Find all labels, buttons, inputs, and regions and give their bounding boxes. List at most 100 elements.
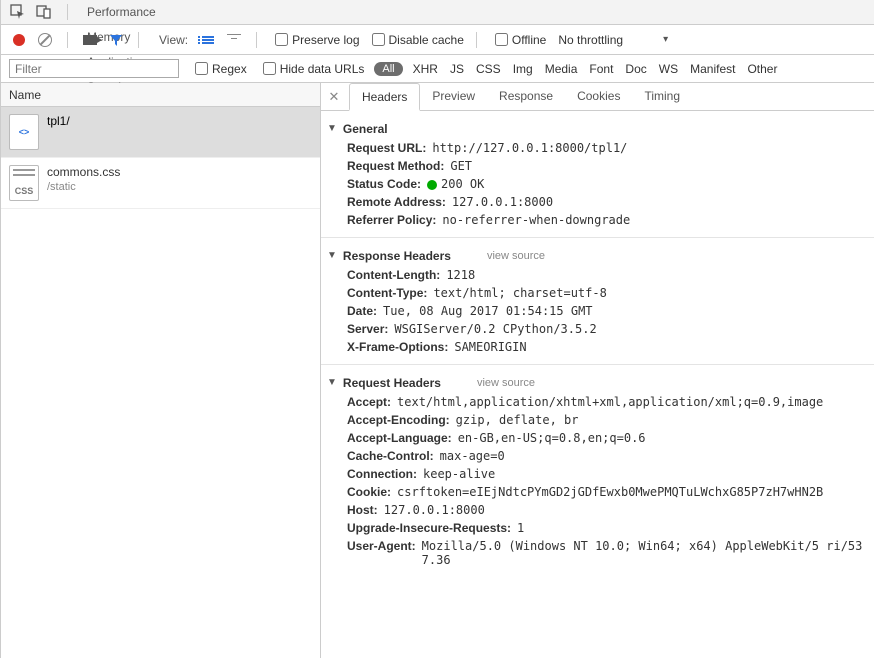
header-value: Tue, 08 Aug 2017 01:54:15 GMT — [383, 304, 593, 318]
preserve-log-checkbox[interactable]: Preserve log — [275, 33, 359, 47]
header-key: Request URL: — [347, 141, 426, 155]
filter-type-font[interactable]: Font — [589, 62, 613, 76]
filter-type-ws[interactable]: WS — [659, 62, 678, 76]
filter-toggle-icon[interactable] — [106, 30, 126, 50]
large-rows-icon[interactable] — [198, 30, 218, 50]
section-request-headers: ▼ Request Headers view source Accept:tex… — [321, 369, 874, 573]
header-row: Request Method: GET — [321, 157, 874, 175]
header-key: Upgrade-Insecure-Requests: — [347, 521, 511, 535]
detail-tab-headers[interactable]: Headers — [349, 83, 420, 111]
header-key: Cookie: — [347, 485, 391, 499]
device-toggle-icon[interactable] — [33, 1, 55, 23]
header-value: GET — [450, 159, 472, 173]
header-row: X-Frame-Options: SAMEORIGIN — [321, 338, 874, 356]
header-row: Accept:text/html,application/xhtml+xml,a… — [321, 393, 874, 411]
divider — [67, 32, 68, 48]
record-button[interactable] — [9, 30, 29, 50]
section-toggle-response[interactable]: ▼ Response Headers view source — [321, 246, 874, 266]
header-value: gzip, deflate, br — [456, 413, 579, 427]
view-source-link[interactable]: view source — [487, 250, 545, 262]
header-key: Content-Length: — [347, 268, 440, 282]
html-file-icon — [9, 114, 39, 150]
header-key: Accept-Language: — [347, 431, 452, 445]
divider — [256, 32, 257, 48]
throttling-select[interactable]: No throttling ▾ — [558, 33, 668, 47]
header-key: X-Frame-Options: — [347, 340, 448, 354]
filter-type-manifest[interactable]: Manifest — [690, 62, 735, 76]
request-name: commons.css — [47, 165, 120, 179]
detail-tabs: ✕ HeadersPreviewResponseCookiesTiming — [321, 83, 874, 111]
header-value: 127.0.0.1:8000 — [452, 195, 553, 209]
filter-type-xhr[interactable]: XHR — [413, 62, 438, 76]
detail-tab-response[interactable]: Response — [487, 83, 565, 111]
header-row: Date:Tue, 08 Aug 2017 01:54:15 GMT — [321, 302, 874, 320]
header-value: csrftoken=eIEjNdtcPYmGD2jGDfEwxb0MwePMQT… — [397, 485, 823, 499]
header-row: Cache-Control: max-age=0 — [321, 447, 874, 465]
offline-checkbox[interactable]: Offline — [495, 33, 546, 47]
header-row: Upgrade-Insecure-Requests: 1 — [321, 519, 874, 537]
inspect-icon[interactable] — [7, 1, 29, 23]
filter-type-js[interactable]: JS — [450, 62, 464, 76]
hide-data-urls-checkbox[interactable]: Hide data URLs — [263, 62, 365, 76]
header-row: Referrer Policy:no-referrer-when-downgra… — [321, 211, 874, 229]
capture-screenshots-icon[interactable] — [80, 30, 100, 50]
header-row: Cookie: csrftoken=eIEjNdtcPYmGD2jGDfEwxb0… — [321, 483, 874, 501]
header-value: 1 — [517, 521, 524, 535]
filter-type-css[interactable]: CSS — [476, 62, 501, 76]
header-value: text/html; charset=utf-8 — [433, 286, 606, 300]
detail-tab-preview[interactable]: Preview — [420, 83, 487, 111]
view-source-link[interactable]: view source — [477, 377, 535, 389]
header-key: Host: — [347, 503, 378, 517]
header-key: Connection: — [347, 467, 417, 481]
header-key: User-Agent: — [347, 539, 416, 567]
detail-tab-cookies[interactable]: Cookies — [565, 83, 632, 111]
triangle-down-icon: ▼ — [327, 377, 337, 388]
header-value: 127.0.0.1:8000 — [384, 503, 485, 517]
waterfall-icon[interactable] — [224, 30, 244, 50]
css-file-icon — [9, 165, 39, 201]
clear-button[interactable] — [35, 30, 55, 50]
request-name: tpl1/ — [47, 114, 70, 128]
header-value: text/html,application/xhtml+xml,applicat… — [397, 395, 823, 409]
request-path: /static — [47, 181, 120, 193]
triangle-down-icon: ▼ — [327, 123, 337, 134]
request-row[interactable]: tpl1/ — [1, 107, 320, 158]
filter-input[interactable] — [9, 59, 179, 78]
filter-type-img[interactable]: Img — [513, 62, 533, 76]
header-key: Content-Type: — [347, 286, 427, 300]
header-row: Server:WSGIServer/0.2 CPython/3.5.2 — [321, 320, 874, 338]
devtools-tabs: ConsoleSourcesElementsNetworkPerformance… — [1, 0, 874, 25]
headers-panel: ▼ General Request URL: http://127.0.0.1:8… — [321, 111, 874, 658]
header-row: Host: 127.0.0.1:8000 — [321, 501, 874, 519]
section-toggle-request[interactable]: ▼ Request Headers view source — [321, 373, 874, 393]
request-row[interactable]: commons.css/static — [1, 158, 320, 209]
filter-type-all[interactable]: All — [374, 62, 402, 76]
header-row: Connection:keep-alive — [321, 465, 874, 483]
close-icon[interactable]: ✕ — [325, 88, 343, 106]
disable-cache-checkbox[interactable]: Disable cache — [372, 33, 464, 47]
status-dot-icon — [427, 180, 437, 190]
header-value: WSGIServer/0.2 CPython/3.5.2 — [394, 322, 596, 336]
divider — [321, 364, 874, 365]
header-key: Cache-Control: — [347, 449, 434, 463]
filter-type-doc[interactable]: Doc — [625, 62, 646, 76]
regex-checkbox[interactable]: Regex — [195, 62, 247, 76]
section-response-headers: ▼ Response Headers view source Content-L… — [321, 242, 874, 360]
header-value: Mozilla/5.0 (Windows NT 10.0; Win64; x64… — [422, 539, 874, 567]
header-value: http://127.0.0.1:8000/tpl1/ — [432, 141, 627, 155]
column-header-name[interactable]: Name — [1, 83, 320, 107]
divider — [138, 32, 139, 48]
header-value: max-age=0 — [440, 449, 505, 463]
main-area: Name tpl1/commons.css/static ✕ HeadersPr… — [1, 83, 874, 658]
header-row: Remote Address:127.0.0.1:8000 — [321, 193, 874, 211]
header-key: Accept-Encoding: — [347, 413, 450, 427]
header-value: SAMEORIGIN — [454, 340, 526, 354]
filter-type-media[interactable]: Media — [545, 62, 578, 76]
filter-type-other[interactable]: Other — [747, 62, 777, 76]
tab-performance[interactable]: Performance — [76, 0, 167, 25]
detail-tab-timing[interactable]: Timing — [632, 83, 692, 111]
header-value: en-GB,en-US;q=0.8,en;q=0.6 — [458, 431, 646, 445]
header-row: Accept-Encoding: gzip, deflate, br — [321, 411, 874, 429]
section-toggle-general[interactable]: ▼ General — [321, 119, 874, 139]
header-key: Request Method: — [347, 159, 444, 173]
